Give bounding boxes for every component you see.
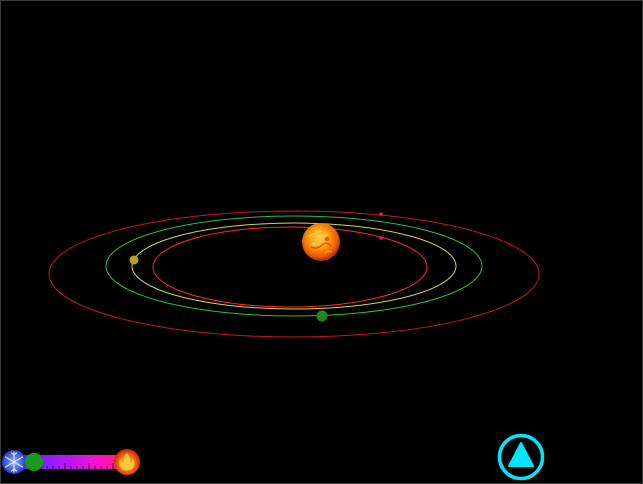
snowflake-icon xyxy=(2,450,26,474)
inner-red-orbit xyxy=(152,226,428,308)
green-planet[interactable] xyxy=(316,310,328,322)
temperature-slider-thumb[interactable] xyxy=(25,453,43,471)
red-marker-top[interactable] xyxy=(379,212,383,216)
sun-icon[interactable] xyxy=(302,223,340,261)
red-marker-mid[interactable] xyxy=(379,236,383,240)
green-orbit xyxy=(105,215,483,317)
up-button[interactable] xyxy=(497,433,545,481)
fire-icon xyxy=(114,449,140,475)
orbital-scene xyxy=(48,210,540,338)
yellow-orbit xyxy=(131,222,457,310)
yellow-planet[interactable] xyxy=(129,255,139,265)
temperature-slider[interactable] xyxy=(1,447,143,477)
outer-red-orbit xyxy=(48,210,540,338)
simulation-viewport xyxy=(0,0,643,484)
